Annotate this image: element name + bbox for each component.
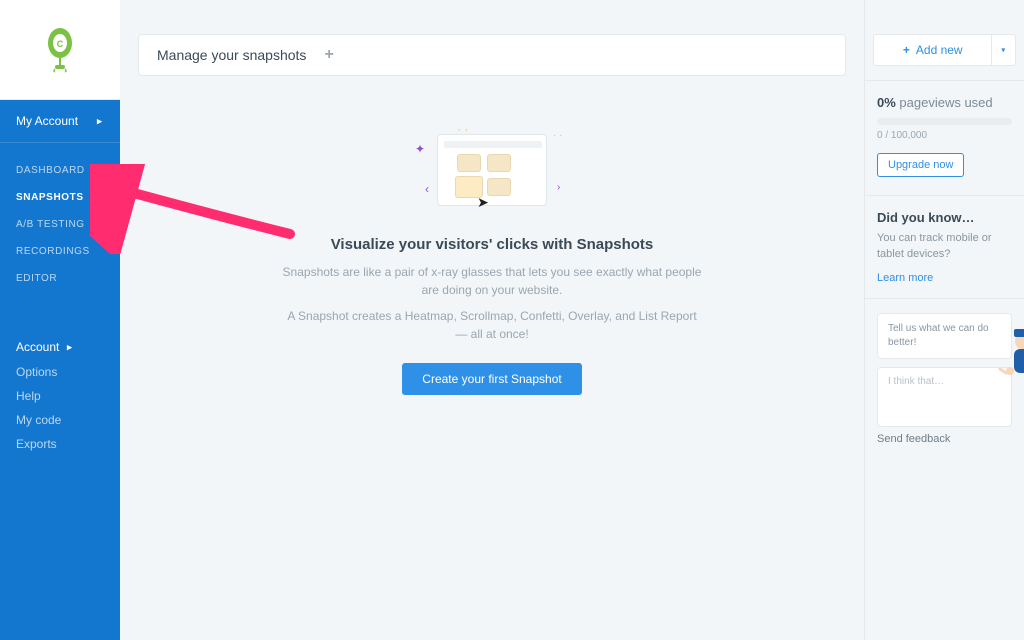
- chevron-right-icon: ▶: [67, 343, 73, 351]
- account-nav: Account ▶ Options Help My code Exports: [0, 318, 120, 468]
- empty-paragraph-2: A Snapshot creates a Heatmap, Scrollmap,…: [282, 307, 702, 343]
- my-account-menu[interactable]: My Account ▶: [0, 100, 120, 143]
- usage-counts: 0 / 100,000: [877, 130, 1012, 141]
- feedback-panel: Tell us what we can do better! I think t…: [865, 299, 1024, 459]
- add-new-split-button: + Add new ▾: [873, 34, 1016, 66]
- crazyegg-logo-icon: C: [46, 27, 74, 73]
- create-first-snapshot-button[interactable]: Create your first Snapshot: [402, 363, 581, 395]
- did-you-know-text: You can track mobile or tablet devices?: [877, 231, 1012, 263]
- brand-logo[interactable]: C: [0, 0, 120, 100]
- usage-title: 0% pageviews used: [877, 95, 1012, 110]
- add-new-label: Add new: [916, 43, 963, 57]
- usage-title-suffix: pageviews used: [896, 95, 993, 110]
- plus-icon: +: [903, 43, 910, 57]
- chevron-right-icon: ▶: [97, 117, 103, 125]
- upgrade-button[interactable]: Upgrade now: [877, 153, 964, 177]
- usage-progress-bar: [877, 118, 1012, 125]
- nav-item-help[interactable]: Help: [0, 384, 120, 408]
- my-account-label: My Account: [16, 114, 78, 128]
- svg-text:C: C: [57, 39, 64, 49]
- primary-nav: DASHBOARD SNAPSHOTS A/B TESTING RECORDIN…: [0, 143, 120, 300]
- nav-item-recordings[interactable]: RECORDINGS: [0, 238, 120, 265]
- feedback-prompt: Tell us what we can do better!: [877, 313, 1012, 359]
- nav-item-options[interactable]: Options: [0, 360, 120, 384]
- page-title: Manage your snapshots: [157, 47, 306, 63]
- learn-more-link[interactable]: Learn more: [877, 272, 933, 284]
- nav-item-dashboard[interactable]: DASHBOARD: [0, 157, 120, 184]
- send-feedback-button[interactable]: Send feedback: [877, 433, 1012, 445]
- nav-item-exports[interactable]: Exports: [0, 432, 120, 456]
- add-snapshot-plus-icon[interactable]: +: [324, 47, 333, 63]
- account-heading-label: Account: [16, 340, 59, 354]
- did-you-know-panel: Did you know… You can track mobile or ta…: [865, 196, 1024, 299]
- topbar: Manage your snapshots +: [138, 34, 846, 76]
- did-you-know-heading: Did you know…: [877, 210, 1012, 225]
- nav-item-editor[interactable]: EDITOR: [0, 265, 120, 292]
- usage-panel: 0% pageviews used 0 / 100,000 Upgrade no…: [865, 80, 1024, 196]
- add-new-dropdown-toggle[interactable]: ▾: [992, 34, 1016, 66]
- nav-item-my-code[interactable]: My code: [0, 408, 120, 432]
- account-heading: Account ▶: [0, 330, 120, 360]
- nav-item-snapshots[interactable]: SNAPSHOTS: [0, 184, 120, 211]
- snapshots-illustration: ✦ ‹ · · · · › ➤: [407, 122, 577, 222]
- empty-state: ✦ ‹ · · · · › ➤ Visualize your visitors'…: [282, 122, 702, 395]
- empty-heading: Visualize your visitors' clicks with Sna…: [282, 236, 702, 253]
- add-new-button[interactable]: + Add new: [873, 34, 992, 66]
- feedback-input[interactable]: I think that…: [877, 367, 1012, 427]
- chevron-down-icon: ▾: [1002, 45, 1006, 55]
- nav-item-ab-testing[interactable]: A/B TESTING: [0, 211, 120, 238]
- usage-percent: 0%: [877, 95, 896, 110]
- empty-paragraph-1: Snapshots are like a pair of x-ray glass…: [282, 263, 702, 299]
